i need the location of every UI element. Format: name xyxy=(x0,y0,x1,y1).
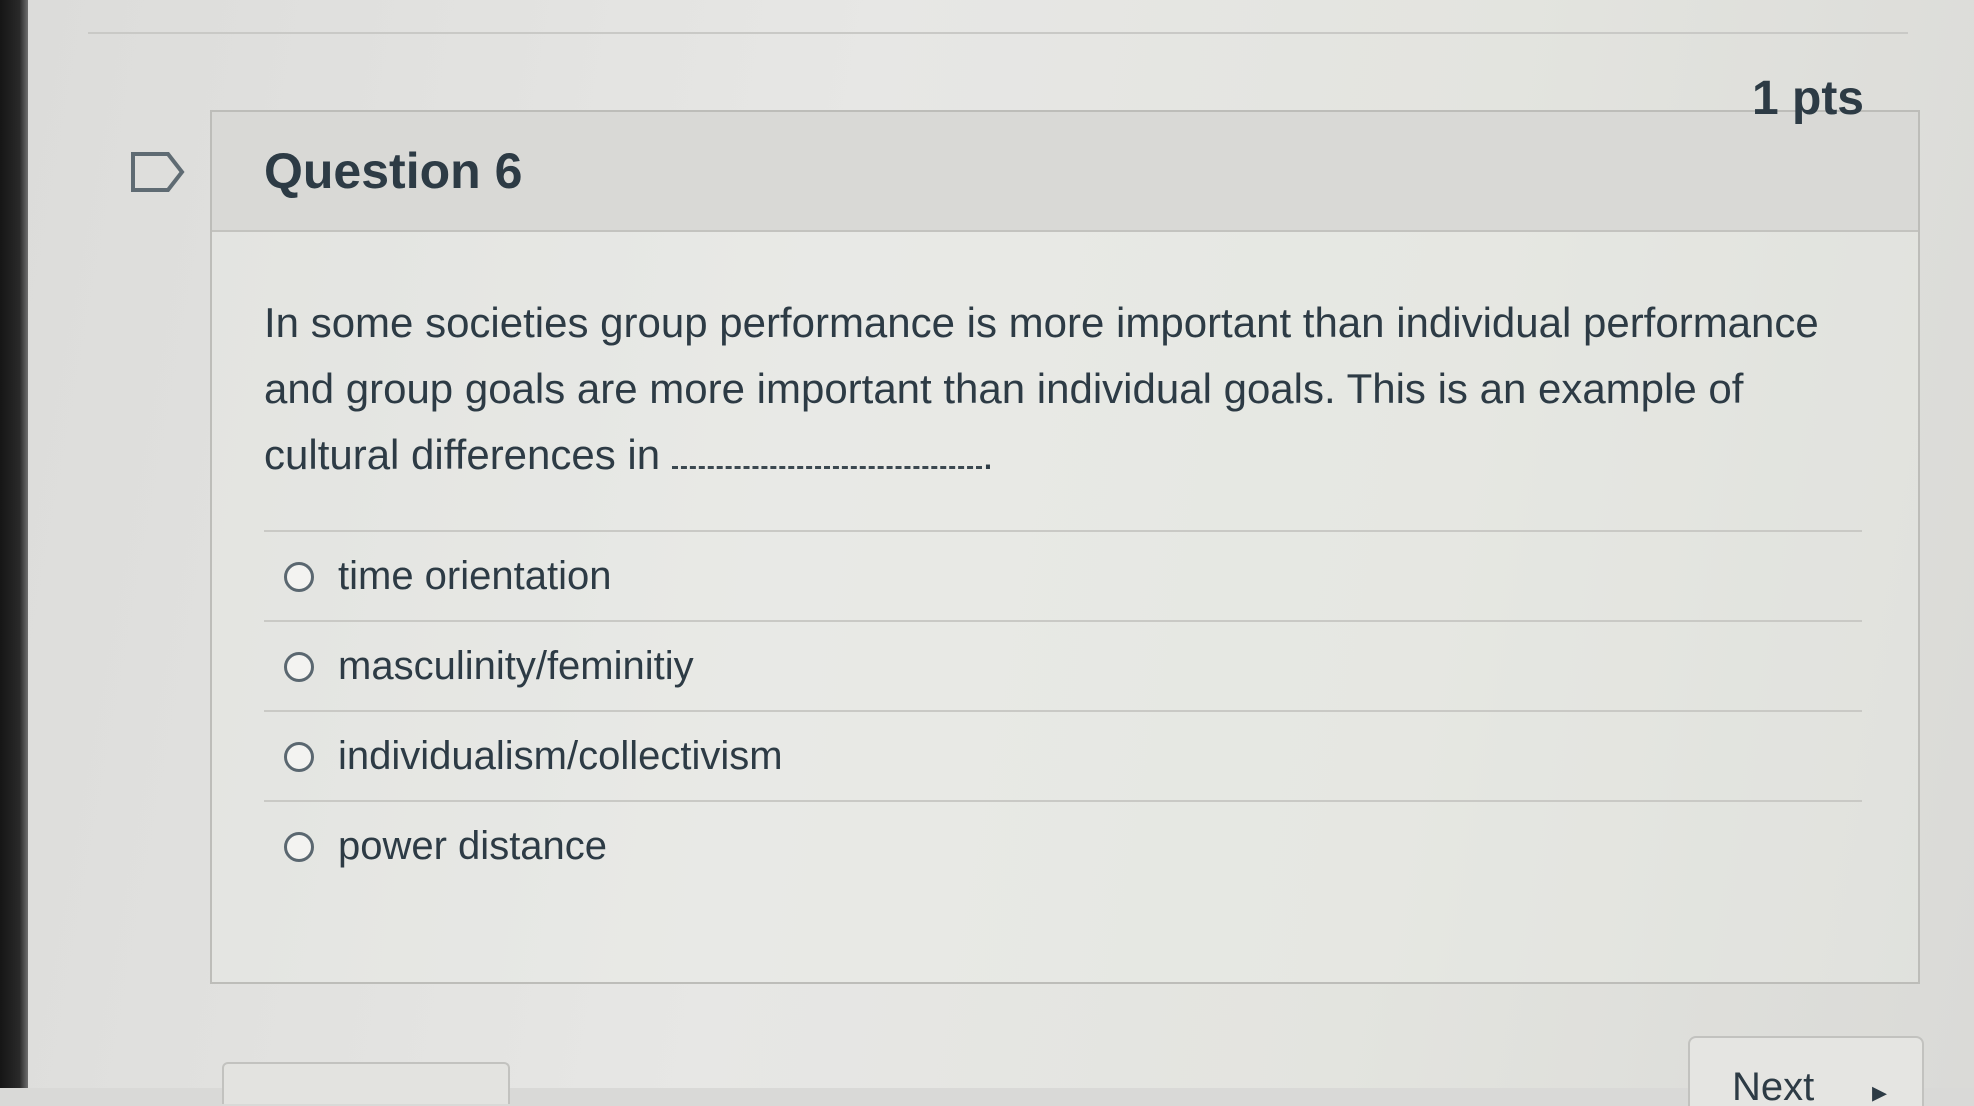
question-points: 1 pts xyxy=(1751,72,1864,125)
answer-option[interactable]: masculinity/feminitiy xyxy=(264,622,1862,712)
question-header: Question 6 1 pts xyxy=(212,72,1918,232)
answer-option[interactable]: individualism/collectivism xyxy=(264,712,1862,802)
radio-button[interactable] xyxy=(284,562,314,592)
answer-label[interactable]: power distance xyxy=(338,820,607,872)
answer-label[interactable]: individualism/collectivism xyxy=(338,730,783,782)
question-text: In some societies group performance is m… xyxy=(264,290,1864,488)
answer-label[interactable]: masculinity/feminitiy xyxy=(338,640,694,692)
radio-button[interactable] xyxy=(284,832,314,862)
answer-option[interactable]: power distance xyxy=(264,802,1862,892)
question-title: Question 6 xyxy=(264,143,523,199)
question-card: Question 6 1 pts In some societies group… xyxy=(210,72,1920,984)
question-prompt: In some societies group performance is m… xyxy=(264,299,1819,478)
quiz-screen: Question 6 1 pts In some societies group… xyxy=(28,0,1974,1106)
next-button[interactable]: Next ▸ xyxy=(1688,1036,1924,1106)
next-button-label: Next xyxy=(1732,1065,1815,1106)
chevron-right-icon: ▸ xyxy=(1872,1076,1888,1106)
radio-button[interactable] xyxy=(284,652,314,682)
answer-option[interactable]: time orientation xyxy=(264,532,1862,622)
device-bezel xyxy=(0,0,28,1088)
previous-button[interactable] xyxy=(222,1062,510,1104)
blank-suffix: . xyxy=(982,431,994,478)
answer-list: time orientation masculinity/feminitiy i… xyxy=(264,532,1862,892)
answer-label[interactable]: time orientation xyxy=(338,550,611,602)
top-divider xyxy=(88,32,1908,34)
flag-question-icon[interactable] xyxy=(130,150,186,194)
radio-button[interactable] xyxy=(284,742,314,772)
answer-blank xyxy=(672,436,983,469)
